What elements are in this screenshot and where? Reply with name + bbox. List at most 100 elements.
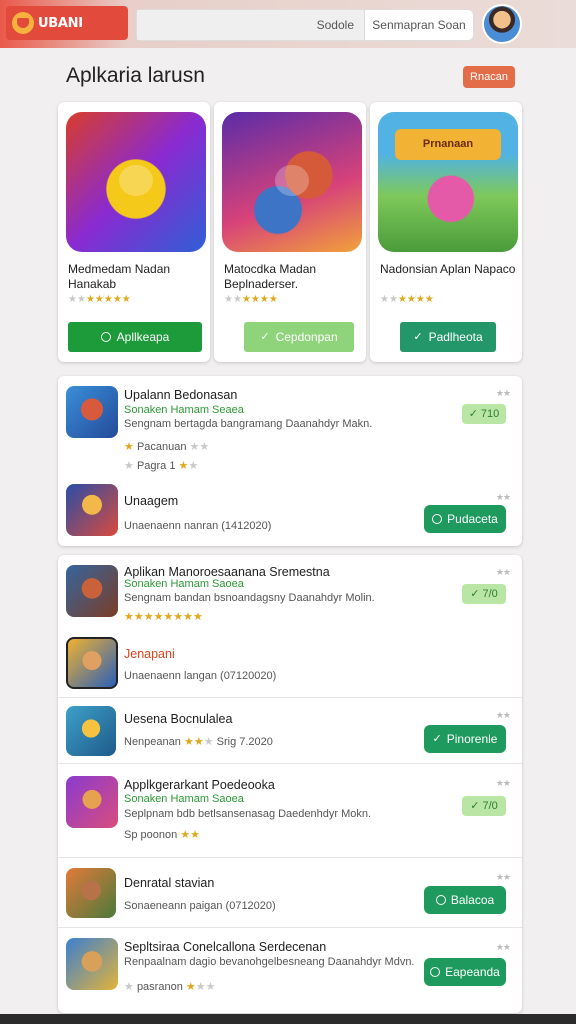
rating-stars: ★★★★★★★ [68,294,131,305]
app-icon [66,868,116,918]
rating-badge[interactable]: ✓ 7/0 [462,584,506,604]
featured-apps: Medmedam Nadan Hanakab ★★★★★★★ Apllkeapa… [58,102,522,364]
search-tab-primary[interactable]: Sodole [137,10,365,40]
list-item[interactable]: Applkgerarkant Poedeooka Sonaken Hamam S… [58,763,522,855]
logo-text: UBANI [38,15,83,31]
app-list-panel: Aplikan Manoroesaanana Sremestna Sonaken… [58,555,522,1013]
circle-icon [100,332,111,342]
meta-text: pasranon [136,981,183,993]
list-item[interactable]: Upalann Bedonasan Sonaken Hamam Seaea Se… [58,376,522,472]
check-icon: ✓ [413,330,423,343]
circle-icon [430,967,441,977]
search-tab-secondary[interactable]: Senmapran Soan [365,10,473,40]
check-icon: ✓ [260,330,270,343]
app-name: Uesena Bocnulalea [124,712,233,726]
button-label: Eapeanda [445,965,500,979]
open-button[interactable]: Pudaceta [424,505,506,533]
app-name: Denratal stavian [124,876,215,890]
search-bar[interactable]: Sodole Senmapran Soan [136,9,474,41]
app-name: Jenapani [124,647,175,661]
rating-stars: ★★★★★★★★ [124,611,203,623]
meta-text: Sp poonon [124,829,178,841]
app-title: Nadonsian Aplan Napaco [380,262,516,276]
app-description: Unaenaenn nanran (1412020) [124,520,272,532]
app-description: Renpaalnam dagio bevanohgelbesneang Daan… [124,956,415,968]
system-taskbar [0,1014,576,1024]
star-icon: ★★ [495,710,511,720]
featured-card[interactable]: Prnanaan Nadonsian Aplan Napaco ★★★★★★ ✓… [370,102,522,362]
app-description: Nenpeanan ★★★ Srig 7.2020 [124,736,273,748]
app-icon [66,484,118,536]
page-title: Aplkaria larusn [66,64,205,87]
app-artwork: Prnanaan [378,112,518,252]
app-icon [66,706,116,756]
app-meta: Sp poonon ★★ [124,829,201,841]
app-logo[interactable]: UBANI [6,6,128,40]
button-label: Apllkeapa [116,330,170,344]
featured-card[interactable]: Medmedam Nadan Hanakab ★★★★★★★ Apllkeapa [58,102,210,362]
app-description: Seplpnam bdb betlsansenasag Daedenhdyr M… [124,808,372,820]
list-item[interactable]: Aplikan Manoroesaanana Sremestna Sonaken… [58,555,522,695]
app-meta: ★ Pagra 1 ★★ [124,460,199,472]
button-label: Pudaceta [447,512,498,526]
open-button[interactable]: Balacoa [424,886,506,914]
circle-icon [432,514,443,524]
list-item[interactable]: Denratal stavian Sonaeneann paigan (0712… [58,857,522,927]
app-title: Medmedam Nadan Hanakab [68,262,171,291]
button-label: Pinorenle [446,732,498,746]
rating-stars: ★★★★★★ [380,294,434,305]
check-icon: ✓ [468,407,478,420]
open-button[interactable]: Eapeanda [424,958,506,986]
app-subtitle: Sonaken Hamam Saoea [124,793,244,805]
app-name: Applkgerarkant Poedeooka [124,778,275,792]
app-name: Sepltsiraa Conelcallona Serdecenan [124,940,327,954]
app-icon [66,938,118,990]
meta-text: Pagra 1 [136,460,176,472]
app-icon [66,386,118,438]
app-meta: ★ Pacanuan ★★ [124,441,210,453]
featured-card[interactable]: Matocdka Madan Beplnaderser. ★★★★★★ ✓ Cep… [214,102,366,362]
app-description: Sengnam bandan bsnoandagsny Daanahdyr Mo… [124,592,375,604]
app-title: Matocdka Madan Beplnaderser. [224,262,317,291]
star-icon: ★★ [495,872,511,882]
app-name: Upalann Bedonasan [124,388,238,402]
art-banner-text: Prnanaan [394,128,502,160]
app-icon [66,637,118,689]
check-icon: ✓ [432,732,442,745]
star-icon: ★★ [495,942,511,952]
app-name: Unaagem [124,494,179,508]
app-meta: ★ pasranon ★★★ [124,981,216,993]
badge-value: 710 [480,408,500,420]
button-label: Cepdonpan [275,330,338,344]
list-item[interactable]: Sepltsiraa Conelcallona Serdecenan Renpa… [58,927,522,1013]
app-description: Sengnam bertagda bangramang Daanahdyr Ma… [124,418,373,430]
check-icon: ✓ [470,799,480,812]
app-subtitle: Sonaken Hamam Seaea [124,404,244,416]
rating-badge[interactable]: ✓ 7/0 [462,796,506,816]
user-avatar[interactable] [482,4,522,44]
list-item[interactable]: Unaagem Unaenaenn nanran (1412020) ★★ Pu… [58,474,522,544]
app-icon [66,776,118,828]
rating-stars: ★★★★★★ [224,294,278,305]
button-label: Balacoa [450,893,495,907]
section-action-button[interactable]: Rnacan [463,66,515,88]
star-icon: ★★ [495,778,511,788]
open-button[interactable]: ✓ Pinorenle [424,725,506,753]
app-description: Unaenaenn langan (07120020) [124,670,277,682]
desc-text: Nenpeanan [124,736,181,748]
star-icon: ★★ [495,492,511,502]
rating-badge[interactable]: ✓ 710 [462,404,506,424]
list-item[interactable]: Uesena Bocnulalea Nenpeanan ★★★ Srig 7.2… [58,697,522,763]
top-bar: UBANI Sodole Senmapran Soan [0,0,576,48]
button-label: Padlheota [428,330,483,344]
install-button[interactable]: Apllkeapa [68,322,202,352]
badge-value: 7/0 [482,588,498,600]
check-icon: ✓ [470,587,480,600]
star-icon: ★★ [495,388,511,398]
install-button[interactable]: ✓ Padlheota [400,322,496,352]
app-description: Sonaeneann paigan (0712020) [124,900,276,912]
app-subtitle: Sonaken Hamam Saoea [124,578,244,590]
badge-value: 7/0 [482,800,498,812]
install-button[interactable]: ✓ Cepdonpan [244,322,354,352]
star-icon: ★★ [495,567,511,577]
